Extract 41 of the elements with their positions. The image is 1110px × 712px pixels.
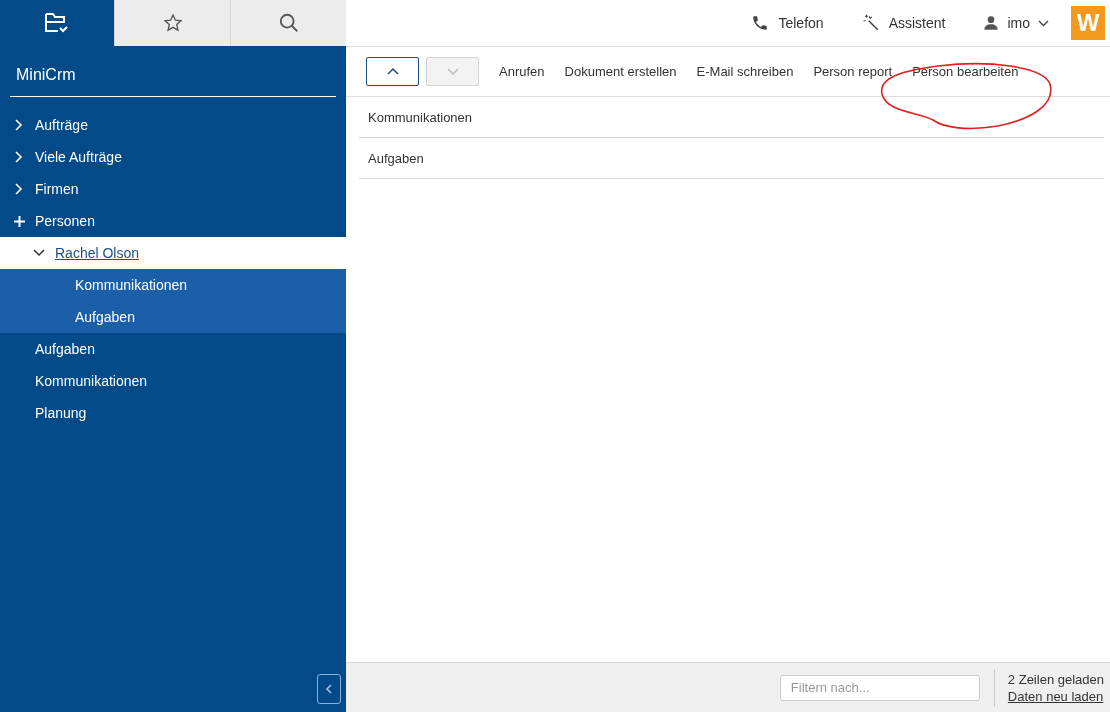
chevron-up-icon xyxy=(386,68,399,75)
tree-item[interactable]: Firmen xyxy=(0,173,346,205)
tree-item[interactable]: Planung xyxy=(0,397,346,429)
list-row[interactable]: Kommunikationen xyxy=(359,97,1104,138)
folder-icon xyxy=(44,11,70,35)
list-row[interactable]: Aufgaben xyxy=(359,138,1104,179)
tree-item[interactable]: Kommunikationen xyxy=(0,365,346,397)
toolbar-action[interactable]: Anrufen xyxy=(499,64,545,79)
user-menu[interactable]: imo xyxy=(983,15,1049,31)
tree-item[interactable]: Aufträge xyxy=(0,109,346,141)
star-icon xyxy=(162,13,183,33)
plus-icon[interactable] xyxy=(13,215,25,227)
chevron-left-icon xyxy=(326,684,332,694)
search-icon xyxy=(277,12,300,34)
tree-item[interactable]: Kommunikationen xyxy=(0,269,346,301)
status-text: 2 Zeilen geladen xyxy=(1007,671,1104,687)
collapse-sidebar-button[interactable] xyxy=(317,674,341,704)
chevron-down-icon[interactable] xyxy=(33,248,45,258)
toolbar-action[interactable]: E-Mail schreiben xyxy=(696,64,794,79)
tree-item[interactable]: Aufgaben xyxy=(0,301,346,333)
chevron-right-icon[interactable] xyxy=(14,151,24,163)
tree-item[interactable]: Aufgaben xyxy=(0,333,346,365)
chevron-right-icon[interactable] xyxy=(14,183,24,195)
toolbar-action[interactable]: Person bearbeiten xyxy=(912,64,1019,79)
magic-wand-icon xyxy=(861,14,880,32)
chevron-right-icon[interactable] xyxy=(14,119,24,131)
user-icon xyxy=(983,15,1000,31)
assistant-button[interactable]: Assistent xyxy=(861,14,946,32)
toolbar-action[interactable]: Person report xyxy=(813,64,893,79)
reload-link[interactable]: Daten neu laden xyxy=(1007,688,1104,704)
tree-item[interactable]: Rachel Olson xyxy=(0,237,346,269)
tree-item[interactable]: Viele Aufträge xyxy=(0,141,346,173)
toolbar-action[interactable]: Dokument erstellen xyxy=(564,64,677,79)
app-title: MiniCrm xyxy=(10,66,336,97)
filter-field[interactable]: Filtern nach... xyxy=(779,674,980,701)
chevron-down-icon xyxy=(1038,19,1049,27)
previous-button[interactable] xyxy=(366,57,419,86)
phone-button[interactable]: Telefon xyxy=(751,14,824,32)
chevron-down-icon xyxy=(446,68,459,75)
phone-icon xyxy=(751,14,770,32)
tree-item[interactable]: Personen xyxy=(0,205,346,237)
